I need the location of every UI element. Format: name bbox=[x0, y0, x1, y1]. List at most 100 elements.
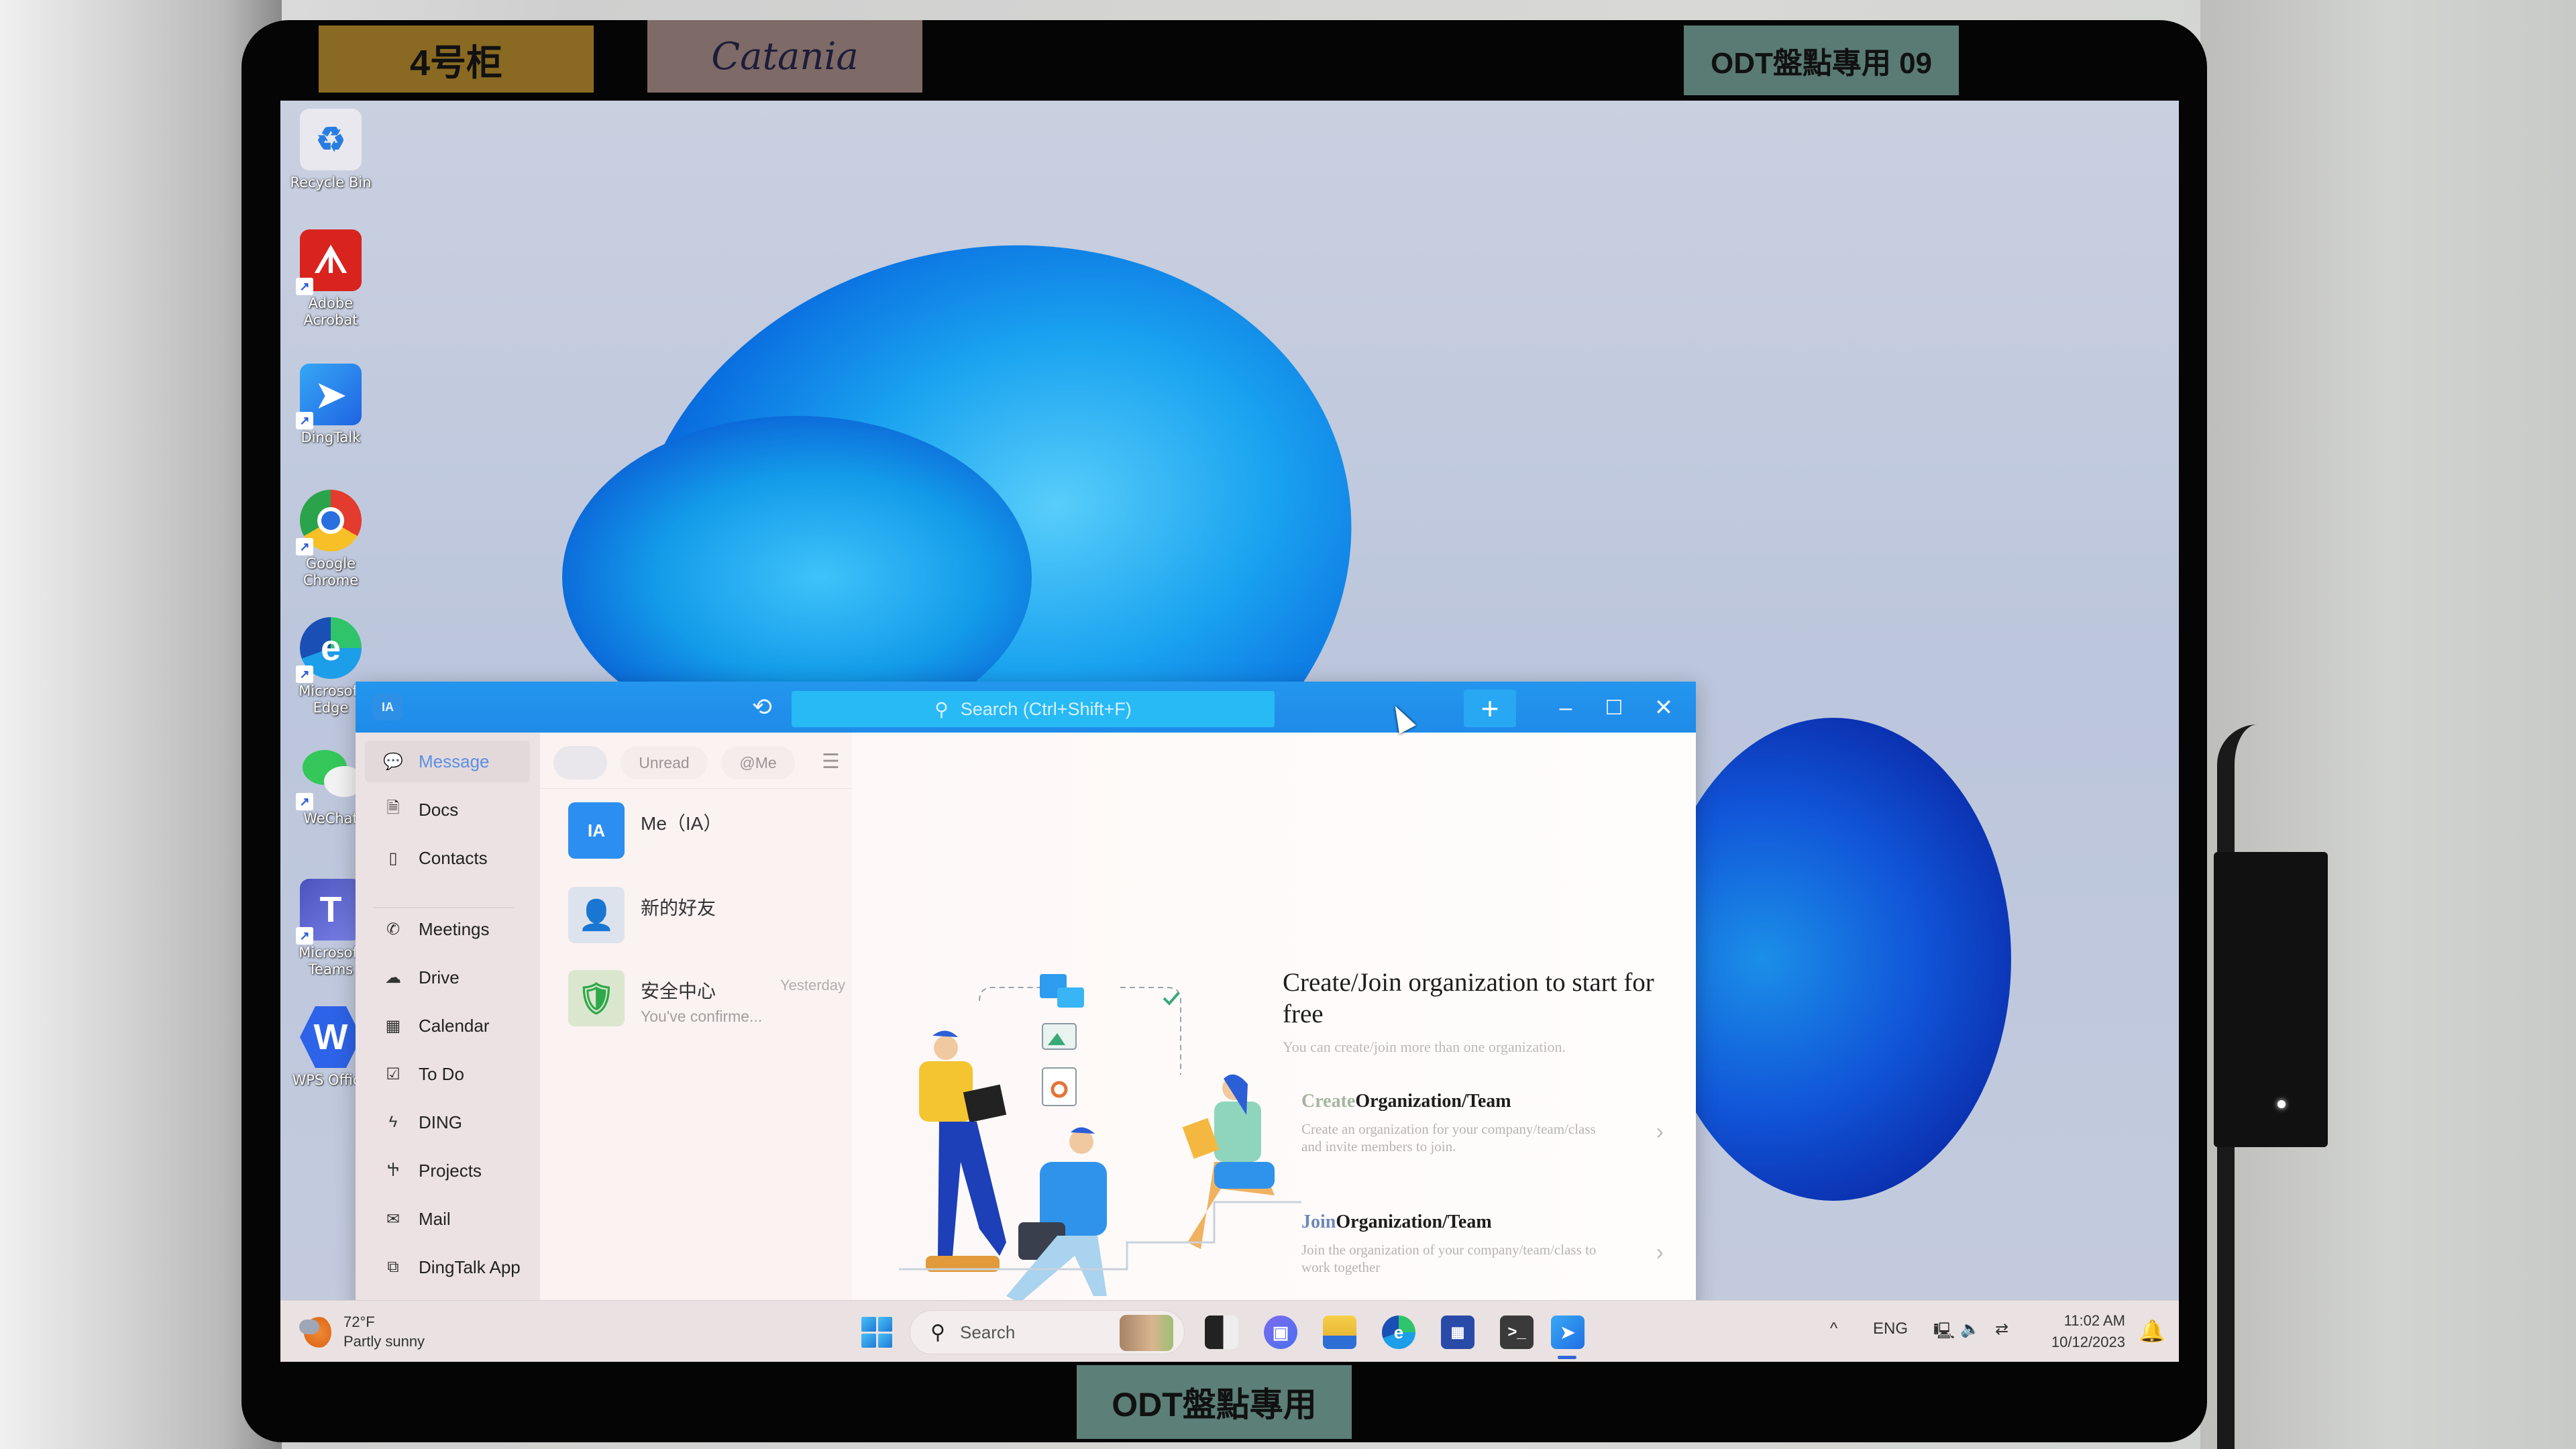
shortcut-arrow-icon: ↗ bbox=[296, 412, 313, 429]
dingtalk-icon: ➤ ↗ bbox=[296, 364, 362, 429]
shortcut-arrow-icon: ↗ bbox=[296, 278, 313, 295]
profile-avatar[interactable]: IA bbox=[373, 694, 402, 720]
conversation-list: Unread @Me ☰ IA Me（IA） 👤 新的好友 🛡 安全中心 You… bbox=[540, 733, 852, 1360]
weather-temperature: 72°F bbox=[343, 1313, 375, 1330]
shortcut-arrow-icon: ↗ bbox=[296, 538, 313, 555]
desktop-icon-recycle-bin[interactable]: ♻ Recycle Bin bbox=[287, 109, 374, 191]
dingtalk-window: IA ⟲ ⚲ Search (Ctrl+Shift+F) + – ☐ ✕ 💬 M… bbox=[356, 682, 1696, 1360]
docs-icon: 🗎 bbox=[386, 798, 400, 817]
projects-icon: Ⴕ bbox=[387, 1161, 399, 1180]
volume-icon[interactable]: 🔈 bbox=[1960, 1320, 1980, 1339]
sidebar-item-mail[interactable]: ✉ Mail bbox=[365, 1198, 530, 1240]
dingtalk-titlebar[interactable]: IA ⟲ ⚲ Search (Ctrl+Shift+F) + – ☐ ✕ bbox=[356, 682, 1696, 733]
desktop-icon-dingtalk[interactable]: ➤ ↗ DingTalk bbox=[287, 364, 374, 446]
minimize-button[interactable]: – bbox=[1546, 691, 1586, 724]
sidebar-item-label: Contacts bbox=[419, 847, 488, 868]
search-icon: ⚲ bbox=[934, 698, 949, 720]
filter-all-button[interactable] bbox=[553, 746, 607, 780]
person-green bbox=[1214, 1102, 1261, 1162]
conversation-item[interactable]: IA Me（IA） bbox=[540, 802, 852, 883]
calendar-icon: ▦ bbox=[385, 1016, 401, 1035]
desktop-icon-label: Recycle Bin bbox=[290, 174, 372, 191]
task-view-icon[interactable] bbox=[1205, 1316, 1238, 1349]
chevron-right-icon: › bbox=[1656, 1240, 1664, 1265]
taskbar-search-label: Search bbox=[959, 1322, 1016, 1342]
wechat-icon: ↗ bbox=[296, 745, 364, 810]
sidebar-item-message[interactable]: 💬 Message bbox=[365, 741, 530, 782]
history-icon[interactable]: ⟲ bbox=[747, 692, 777, 722]
desktop-icon-adobe-acrobat[interactable]: ᗑ ↗ Adobe Acrobat bbox=[287, 229, 374, 329]
new-action-button[interactable]: + bbox=[1464, 690, 1516, 727]
notification-bell-icon[interactable]: 🔔 bbox=[2139, 1318, 2165, 1344]
recycle-bin-icon: ♻ bbox=[300, 109, 362, 170]
conversation-time: Yesterday bbox=[780, 977, 845, 994]
sidebar-item-label: Drive bbox=[419, 967, 460, 987]
card-title-rest: Organization/Team bbox=[1355, 1091, 1511, 1112]
global-search-input[interactable]: ⚲ Search (Ctrl+Shift+F) bbox=[792, 691, 1275, 727]
file-explorer-icon[interactable] bbox=[1323, 1316, 1356, 1349]
sidebar-item-ding[interactable]: ϟ DING bbox=[365, 1102, 530, 1143]
filter-bar: Unread @Me ☰ bbox=[540, 733, 852, 789]
sync-icon[interactable]: ⇄ bbox=[1995, 1320, 2008, 1339]
dingtalk-taskbar-icon[interactable]: ➤ bbox=[1551, 1316, 1585, 1349]
conversation-item[interactable]: 🛡 安全中心 You've confirme... Yesterday bbox=[540, 970, 852, 1051]
join-organization-card[interactable]: JoinOrganization/Team Join the organizat… bbox=[1301, 1212, 1677, 1312]
card-title-rest: Organization/Team bbox=[1336, 1212, 1492, 1232]
odt-sticker-top: ODT盤點專用 09 bbox=[1684, 25, 1959, 95]
weather-description: Partly sunny bbox=[343, 1332, 425, 1350]
input-language[interactable]: ENG bbox=[1873, 1320, 1908, 1338]
drive-icon: ☁ bbox=[385, 968, 401, 987]
sidebar-item-label: Mail bbox=[419, 1208, 451, 1229]
partly-sunny-icon bbox=[299, 1315, 331, 1349]
teams-chat-icon[interactable]: ▣ bbox=[1264, 1316, 1297, 1349]
terminal-icon[interactable]: >_ bbox=[1500, 1316, 1534, 1349]
tray-overflow-chevron[interactable]: ^ bbox=[1830, 1320, 1837, 1338]
desktop-icon-label: Adobe Acrobat bbox=[303, 295, 358, 329]
running-indicator bbox=[1558, 1356, 1576, 1359]
sidebar-item-docs[interactable]: 🗎 Docs bbox=[365, 789, 530, 830]
security-shield-icon: 🛡 bbox=[568, 970, 625, 1026]
organization-subtitle: You can create/join more than one organi… bbox=[1283, 1038, 1566, 1055]
sidebar-item-calendar[interactable]: ▦ Calendar bbox=[365, 1005, 530, 1046]
sidebar-item-label: To Do bbox=[419, 1063, 464, 1084]
start-button[interactable] bbox=[861, 1317, 892, 1348]
taskbar-search[interactable]: ⚲ Search bbox=[910, 1310, 1185, 1354]
avatar: IA bbox=[568, 802, 625, 859]
card-title-lead: Join bbox=[1301, 1212, 1336, 1232]
filter-at-me-button[interactable]: @Me bbox=[721, 746, 795, 780]
network-icon[interactable]: 🖳 bbox=[1933, 1320, 1955, 1347]
weather-widget[interactable]: 72°F Partly sunny bbox=[299, 1313, 425, 1351]
sidebar-item-drive[interactable]: ☁ Drive bbox=[365, 957, 530, 998]
maximize-button[interactable]: ☐ bbox=[1594, 691, 1634, 724]
clock-time: 11:02 AM bbox=[2063, 1312, 2125, 1329]
conversation-item[interactable]: 👤 新的好友 bbox=[540, 887, 852, 967]
sidebar-item-label: DingTalk App bbox=[419, 1256, 521, 1277]
system-clock[interactable]: 11:02 AM 10/12/2023 bbox=[2038, 1310, 2125, 1353]
create-organization-card[interactable]: CreateOrganization/Team Create an organi… bbox=[1301, 1091, 1677, 1191]
conversation-name: 安全中心 bbox=[641, 981, 716, 1002]
shortcut-arrow-icon: ↗ bbox=[296, 665, 313, 683]
meetings-icon: ✆ bbox=[386, 920, 400, 938]
conversation-name: Me（IA） bbox=[641, 813, 722, 834]
sidebar-item-projects[interactable]: Ⴕ Projects bbox=[365, 1150, 530, 1191]
card-title: CreateOrganization/Team bbox=[1301, 1091, 1677, 1112]
card-description: Join the organization of your company/te… bbox=[1301, 1242, 1597, 1276]
desktop-icon-chrome[interactable]: ↗ Google Chrome bbox=[287, 490, 374, 589]
sidebar-item-todo[interactable]: ☑ To Do bbox=[365, 1053, 530, 1095]
microsoft-store-icon[interactable]: ▦ bbox=[1441, 1316, 1474, 1349]
sidebar-item-dingtalk-app[interactable]: ⧉ DingTalk App bbox=[365, 1246, 530, 1288]
filter-unread-button[interactable]: Unread bbox=[621, 746, 708, 780]
conversation-preview: You've confirme... bbox=[641, 1008, 763, 1025]
list-menu-icon[interactable]: ☰ bbox=[822, 750, 840, 773]
dingtalk-sidebar: 💬 Message 🗎 Docs ▯ Contacts ✆ Meetings ☁… bbox=[356, 733, 540, 1360]
background-curtain bbox=[0, 0, 282, 1449]
sidebar-item-meetings[interactable]: ✆ Meetings bbox=[365, 908, 530, 950]
edge-icon[interactable]: e bbox=[1382, 1316, 1415, 1349]
sidebar-item-label: DING bbox=[419, 1112, 462, 1132]
mail-icon: ✉ bbox=[386, 1210, 400, 1228]
check-icon bbox=[1163, 991, 1180, 1006]
search-icon: ⚲ bbox=[930, 1321, 945, 1344]
close-button[interactable]: ✕ bbox=[1644, 691, 1684, 724]
search-placeholder: Search (Ctrl+Shift+F) bbox=[960, 698, 1132, 719]
sidebar-item-contacts[interactable]: ▯ Contacts bbox=[365, 837, 530, 879]
